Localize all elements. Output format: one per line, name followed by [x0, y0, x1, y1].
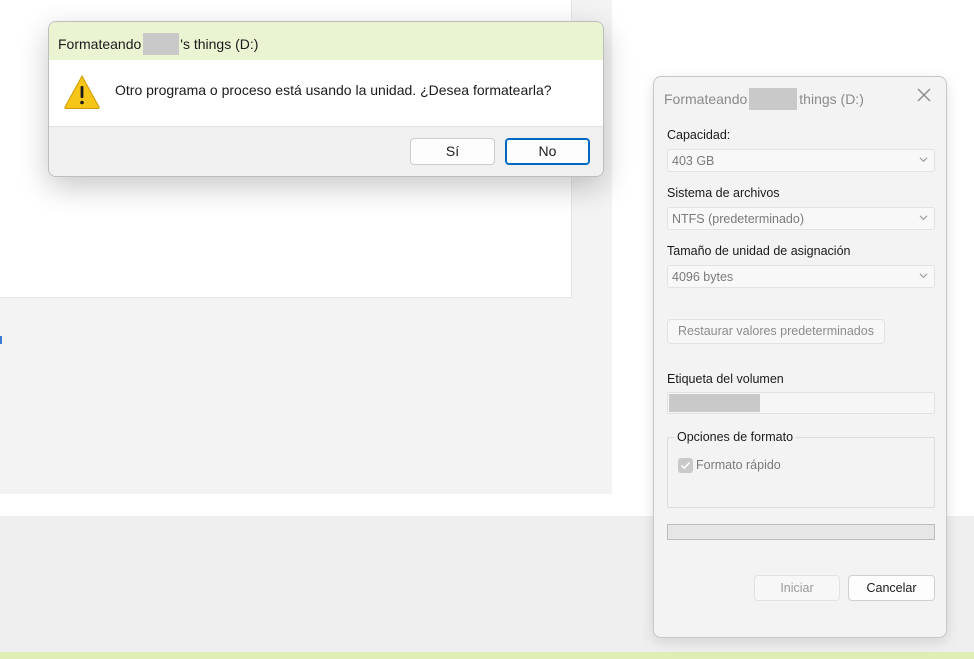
start-button[interactable]: Iniciar: [754, 575, 840, 601]
no-button[interactable]: No: [505, 138, 590, 165]
format-options-group: Opciones de formato Formato rápido: [667, 430, 935, 508]
allocation-value: 4096 bytes: [672, 270, 734, 284]
format-title-prefix: Formateando: [664, 91, 748, 107]
warning-icon: [64, 74, 100, 109]
confirm-title-prefix: Formateando: [58, 36, 142, 52]
allocation-select[interactable]: 4096 bytes: [667, 265, 935, 288]
yes-button[interactable]: Sí: [410, 138, 495, 165]
cancel-button[interactable]: Cancelar: [848, 575, 935, 601]
chevron-down-icon: [919, 215, 928, 221]
quick-format-checkbox[interactable]: [678, 458, 693, 473]
confirm-message: Otro programa o proceso está usando la u…: [115, 82, 552, 98]
chevron-down-icon: [919, 273, 928, 279]
capacity-select[interactable]: 403 GB: [667, 149, 935, 172]
filesystem-label: Sistema de archivos: [667, 186, 780, 200]
quick-format-label: Formato rápido: [696, 458, 781, 472]
format-dialog: Formateando things (D:) Capacidad: 403 G…: [653, 76, 947, 638]
background-accent-mark: [0, 336, 2, 344]
format-dialog-title: Formateando things (D:): [664, 88, 864, 110]
filesystem-value: NTFS (predeterminado): [672, 212, 804, 226]
confirm-title-suffix: 's things (D:): [180, 36, 259, 52]
filesystem-select[interactable]: NTFS (predeterminado): [667, 207, 935, 230]
redacted-name: [143, 33, 180, 55]
capacity-value: 403 GB: [672, 154, 715, 168]
format-progress-bar: [667, 524, 935, 540]
volume-label-input[interactable]: [667, 392, 935, 414]
confirm-dialog: Formateando 's things (D:) Otro programa…: [48, 21, 604, 177]
capacity-label: Capacidad:: [667, 128, 731, 142]
format-title-suffix: things (D:): [799, 91, 864, 107]
chevron-down-icon: [919, 157, 928, 163]
taskbar-strip: [0, 652, 974, 659]
confirm-dialog-title: Formateando 's things (D:): [58, 33, 258, 55]
allocation-label: Tamaño de unidad de asignación: [667, 244, 851, 258]
redacted-name: [749, 88, 798, 110]
format-options-legend: Opciones de formato: [674, 430, 797, 444]
redacted-volume-name: [669, 394, 760, 412]
close-icon[interactable]: [916, 87, 932, 103]
restore-defaults-button[interactable]: Restaurar valores predeterminados: [667, 319, 885, 344]
confirm-titlebar: Formateando 's things (D:): [49, 22, 603, 60]
volume-label-caption: Etiqueta del volumen: [667, 372, 784, 386]
checkmark-icon: [680, 461, 691, 470]
